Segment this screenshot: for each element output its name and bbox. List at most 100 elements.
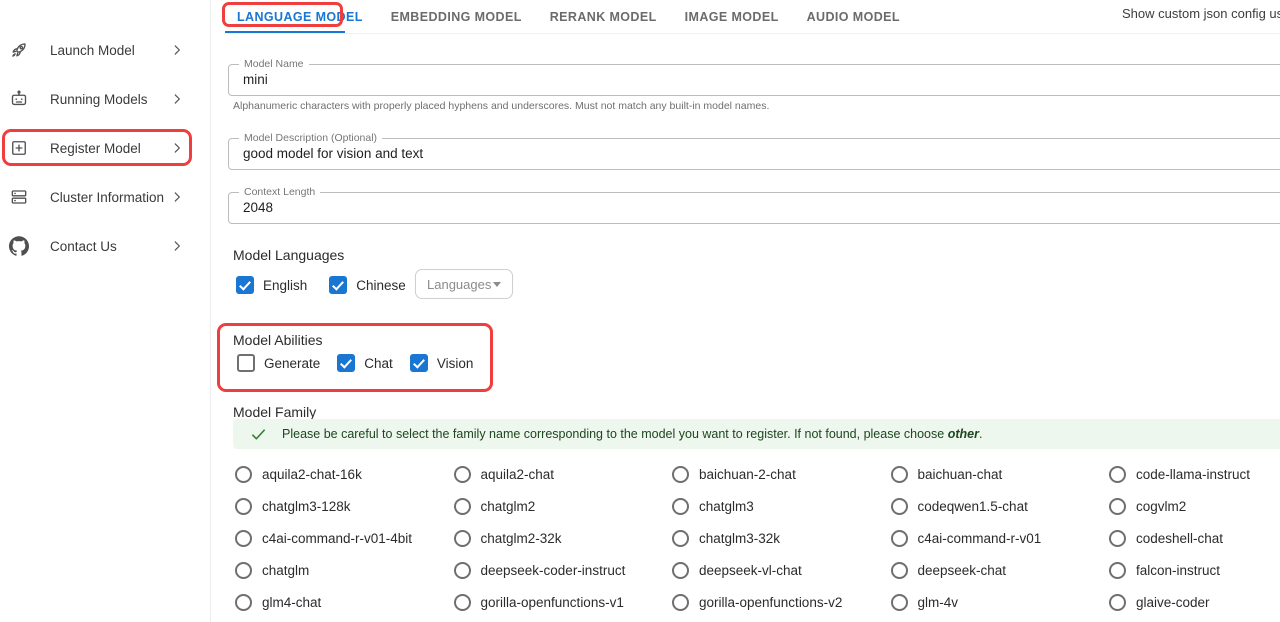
chevron-right-icon	[170, 239, 184, 253]
radio-icon[interactable]	[454, 530, 471, 547]
github-icon	[9, 236, 29, 256]
family-option[interactable]: cogvlm2	[1101, 498, 1280, 515]
radio-icon[interactable]	[235, 530, 252, 547]
model-family-options: aquila2-chat-16k aquila2-chat baichuan-2…	[227, 458, 1280, 618]
sidebar-item-cluster-information[interactable]: Cluster Information	[0, 173, 210, 222]
radio-icon[interactable]	[672, 530, 689, 547]
robot-icon	[9, 89, 29, 109]
model-name-field[interactable]: Model Name mini	[228, 64, 1280, 96]
family-option[interactable]: chatglm2	[446, 498, 665, 515]
context-length-field[interactable]: Context Length 2048	[228, 192, 1280, 224]
checkbox-icon[interactable]	[337, 354, 355, 372]
active-tab-indicator	[225, 31, 345, 33]
family-option[interactable]: baichuan-chat	[883, 466, 1102, 483]
chevron-right-icon	[170, 92, 184, 106]
radio-icon[interactable]	[454, 594, 471, 611]
radio-icon[interactable]	[891, 498, 908, 515]
checkbox-icon[interactable]	[329, 276, 347, 294]
radio-icon[interactable]	[672, 498, 689, 515]
radio-icon[interactable]	[672, 466, 689, 483]
radio-icon[interactable]	[1109, 530, 1126, 547]
tab-embedding-model[interactable]: EMBEDDING MODEL	[379, 0, 534, 33]
sidebar-item-label: Launch Model	[50, 26, 135, 75]
radio-icon[interactable]	[672, 594, 689, 611]
sidebar-item-launch-model[interactable]: Launch Model	[0, 26, 210, 75]
sidebar-item-label: Cluster Information	[50, 173, 164, 222]
radio-icon[interactable]	[454, 466, 471, 483]
family-option[interactable]: gorilla-openfunctions-v2	[664, 594, 883, 611]
sidebar-item-contact-us[interactable]: Contact Us	[0, 222, 210, 271]
sidebar-item-running-models[interactable]: Running Models	[0, 75, 210, 124]
generate-checkbox[interactable]: Generate	[237, 354, 320, 372]
radio-icon[interactable]	[1109, 466, 1126, 483]
family-option[interactable]: gorilla-openfunctions-v1	[446, 594, 665, 611]
checkbox-icon[interactable]	[236, 276, 254, 294]
radio-icon[interactable]	[454, 562, 471, 579]
radio-icon[interactable]	[672, 562, 689, 579]
checkbox-icon[interactable]	[410, 354, 428, 372]
radio-icon[interactable]	[235, 498, 252, 515]
radio-icon[interactable]	[235, 466, 252, 483]
tab-rerank-model[interactable]: RERANK MODEL	[538, 0, 669, 33]
family-option[interactable]: chatglm3-32k	[664, 530, 883, 547]
family-option[interactable]: aquila2-chat	[446, 466, 665, 483]
sidebar: Launch Model Running Models	[0, 0, 211, 622]
tab-audio-model[interactable]: AUDIO MODEL	[795, 0, 912, 33]
family-option[interactable]: c4ai-command-r-v01-4bit	[227, 530, 446, 547]
english-checkbox[interactable]: English	[236, 276, 307, 294]
sidebar-item-register-model[interactable]: Register Model	[0, 124, 210, 173]
family-option[interactable]: codeshell-chat	[1101, 530, 1280, 547]
cluster-icon	[9, 187, 29, 207]
check-icon	[250, 426, 267, 443]
tab-image-model[interactable]: IMAGE MODEL	[673, 0, 791, 33]
radio-icon[interactable]	[1109, 498, 1126, 515]
chevron-right-icon	[170, 190, 184, 204]
family-option[interactable]: chatglm3	[664, 498, 883, 515]
checkbox-icon[interactable]	[237, 354, 255, 372]
family-option[interactable]: deepseek-coder-instruct	[446, 562, 665, 579]
family-option[interactable]: deepseek-chat	[883, 562, 1102, 579]
family-option[interactable]: deepseek-vl-chat	[664, 562, 883, 579]
model-languages-heading: Model Languages	[233, 247, 344, 263]
family-option[interactable]: baichuan-2-chat	[664, 466, 883, 483]
radio-icon[interactable]	[891, 530, 908, 547]
model-description-input[interactable]: good model for vision and text	[243, 139, 423, 169]
radio-icon[interactable]	[454, 498, 471, 515]
radio-icon[interactable]	[891, 594, 908, 611]
register-model-page: Launch Model Running Models	[0, 0, 1280, 622]
family-option[interactable]: glm4-chat	[227, 594, 446, 611]
family-option[interactable]: glm-4v	[883, 594, 1102, 611]
family-option[interactable]: aquila2-chat-16k	[227, 466, 446, 483]
radio-icon[interactable]	[891, 466, 908, 483]
chinese-checkbox[interactable]: Chinese	[329, 276, 406, 294]
context-length-input[interactable]: 2048	[243, 193, 273, 223]
family-option[interactable]: code-llama-instruct	[1101, 466, 1280, 483]
family-option[interactable]: c4ai-command-r-v01	[883, 530, 1102, 547]
show-custom-json-config-link[interactable]: Show custom json config used b	[1122, 6, 1280, 21]
radio-icon[interactable]	[1109, 594, 1126, 611]
model-family-heading: Model Family	[233, 404, 316, 420]
sidebar-item-label: Register Model	[50, 124, 141, 173]
family-option[interactable]: chatglm2-32k	[446, 530, 665, 547]
family-option[interactable]: glaive-coder	[1101, 594, 1280, 611]
radio-icon[interactable]	[891, 562, 908, 579]
radio-icon[interactable]	[1109, 562, 1126, 579]
vision-checkbox[interactable]: Vision	[410, 354, 474, 372]
chat-checkbox[interactable]: Chat	[337, 354, 393, 372]
family-option[interactable]: codeqwen1.5-chat	[883, 498, 1102, 515]
tab-language-model[interactable]: LANGUAGE MODEL	[225, 0, 375, 33]
family-option[interactable]: falcon-instruct	[1101, 562, 1280, 579]
languages-select[interactable]: Languages	[415, 269, 513, 299]
sidebar-item-label: Contact Us	[50, 222, 117, 271]
model-languages-options: English Chinese	[236, 276, 428, 294]
radio-icon[interactable]	[235, 594, 252, 611]
model-name-helper-text: Alphanumeric characters with properly pl…	[233, 100, 769, 112]
model-description-field[interactable]: Model Description (Optional) good model …	[228, 138, 1280, 170]
model-abilities-options: Generate Chat Vision	[237, 354, 495, 372]
family-option[interactable]: chatglm3-128k	[227, 498, 446, 515]
model-name-input[interactable]: mini	[243, 65, 268, 95]
add-box-icon	[9, 138, 29, 158]
tabs-divider	[225, 33, 1280, 34]
family-option[interactable]: chatglm	[227, 562, 446, 579]
radio-icon[interactable]	[235, 562, 252, 579]
